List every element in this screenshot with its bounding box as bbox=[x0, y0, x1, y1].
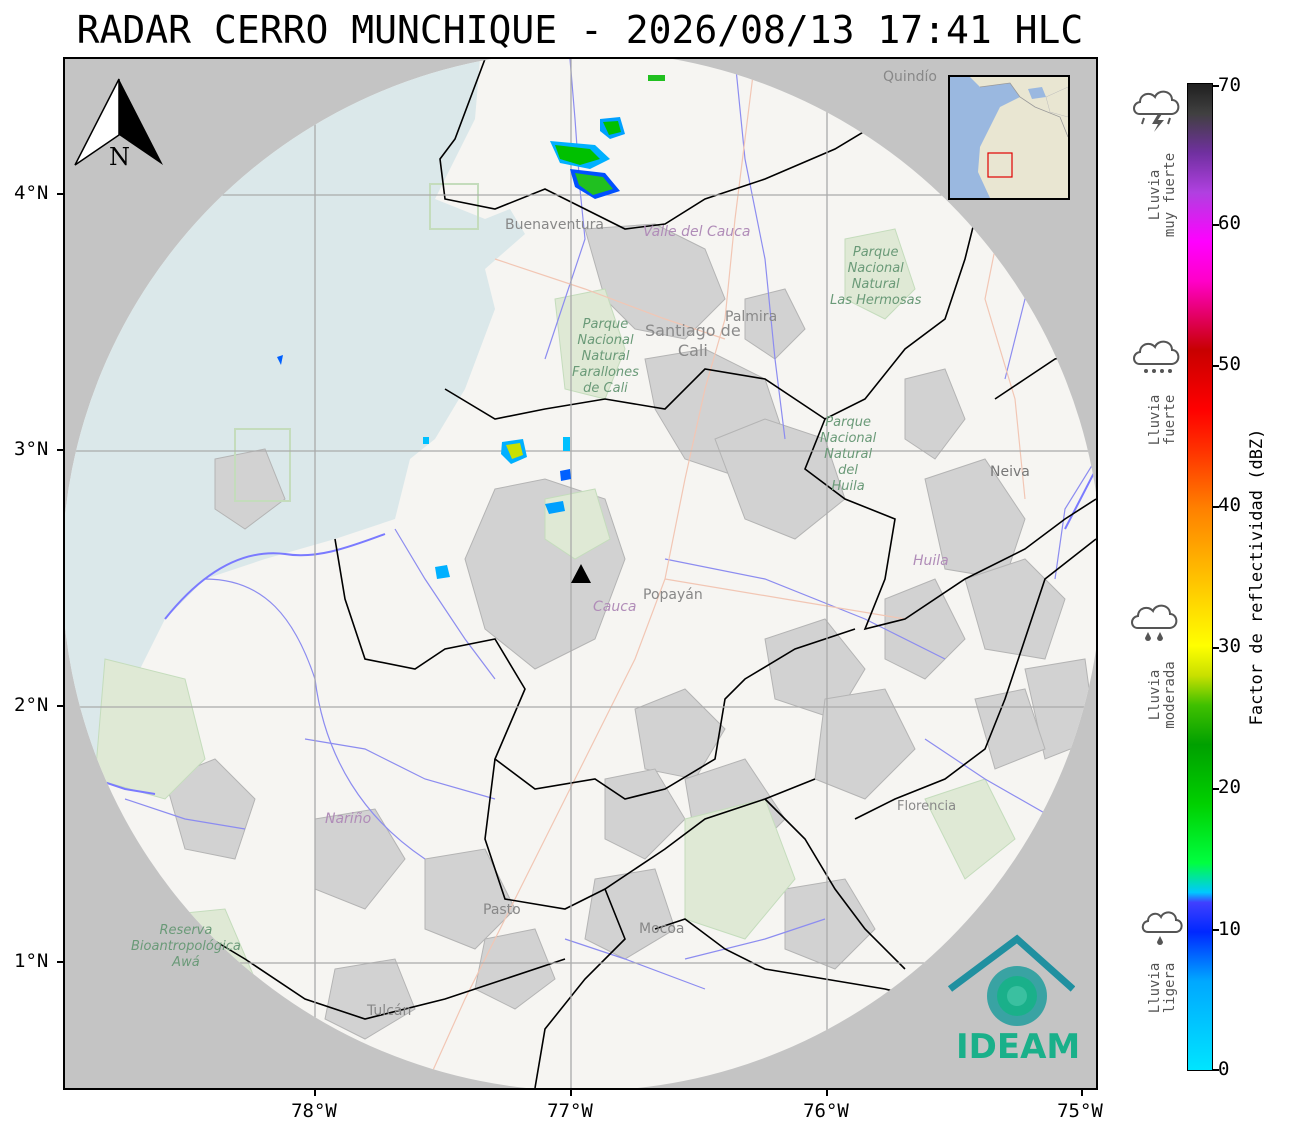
inset-locator-map[interactable] bbox=[948, 75, 1070, 200]
colorbar-tick-label: 0 bbox=[1218, 1058, 1230, 1080]
rain-label-ligera: Lluvia ligera bbox=[1147, 962, 1178, 1014]
colorbar-label: Factor de reflectividad (dBZ) bbox=[1247, 428, 1267, 726]
colorbar-tick-label: 10 bbox=[1218, 918, 1241, 940]
ideam-logo-icon bbox=[947, 934, 1075, 1026]
y-tick-mark bbox=[57, 705, 63, 707]
colorbar-tick-mark bbox=[1213, 788, 1219, 790]
x-tick-label: 77°W bbox=[547, 1100, 593, 1122]
x-tick-label: 78°W bbox=[291, 1100, 337, 1122]
colorbar-tick-mark bbox=[1213, 224, 1219, 226]
y-tick-label: 3°N bbox=[14, 438, 49, 460]
map-label-popayan: Popayán bbox=[643, 587, 703, 603]
colorbar-tick-mark bbox=[1213, 85, 1219, 87]
colorbar-tick-mark bbox=[1213, 506, 1219, 508]
colorbar-tick-label: 60 bbox=[1218, 212, 1241, 234]
colorbar-tick-label: 70 bbox=[1218, 74, 1241, 96]
page-title: RADAR CERRO MUNCHIQUE - 2026/08/13 17:41… bbox=[76, 8, 1084, 52]
x-tick-label: 75°W bbox=[1057, 1100, 1103, 1122]
colorbar-tick-label: 20 bbox=[1218, 776, 1241, 798]
colorbar-tick-mark bbox=[1213, 1069, 1219, 1071]
y-tick-label: 1°N bbox=[14, 950, 49, 972]
x-tick-mark bbox=[314, 1090, 316, 1096]
colorbar-tick-label: 30 bbox=[1218, 635, 1241, 657]
y-tick-label: 4°N bbox=[14, 182, 49, 204]
colorbar-tick-mark bbox=[1213, 365, 1219, 367]
x-tick-label: 76°W bbox=[803, 1100, 849, 1122]
map-label-awa: Reserva Bioantropológica Awá bbox=[131, 923, 241, 970]
map-label-narino: Nariño bbox=[325, 811, 372, 827]
map-label-hermosas: Parque Nacional Natural Las Hermosas bbox=[830, 245, 922, 308]
y-tick-label: 2°N bbox=[14, 694, 49, 716]
map-label-valle: Valle del Cauca bbox=[643, 224, 751, 240]
y-tick-mark bbox=[57, 193, 63, 195]
rain-label-muy-fuerte: Lluvia muy fuerte bbox=[1147, 152, 1178, 238]
y-tick-mark bbox=[57, 961, 63, 963]
north-arrow-label: N bbox=[109, 143, 130, 171]
cloud-drizzle-icon bbox=[1141, 911, 1183, 945]
map-label-pasto: Pasto bbox=[483, 902, 521, 918]
ideam-logo-text: IDEAM bbox=[956, 1027, 1081, 1067]
colorbar-tick-label: 50 bbox=[1218, 353, 1241, 375]
x-tick-mark bbox=[570, 1090, 572, 1096]
cloud-heavy-rain-icon bbox=[1133, 340, 1180, 373]
colorbar-tick-mark bbox=[1213, 647, 1219, 649]
rain-label-fuerte: Lluvia fuerte bbox=[1147, 394, 1178, 446]
map-label-florencia: Florencia bbox=[897, 799, 957, 814]
y-tick-mark bbox=[57, 449, 63, 451]
rain-label-moderada: Lluvia moderada bbox=[1147, 661, 1178, 729]
map-label-huila: Huila bbox=[913, 553, 949, 569]
map-label-cauca: Cauca bbox=[593, 599, 637, 615]
x-tick-mark bbox=[1081, 1090, 1083, 1096]
radar-map[interactable]: Quindío Buenaventura Valle del Cauca Pal… bbox=[63, 57, 1098, 1090]
map-label-quindio: Quindío bbox=[883, 69, 937, 85]
map-label-tulcan: Tulcán bbox=[367, 1003, 412, 1019]
map-label-nevado: Parque Nacional Natural del Huila bbox=[820, 415, 877, 494]
inset-canvas bbox=[950, 77, 1068, 198]
map-label-mocoa: Mocoa bbox=[639, 921, 685, 937]
x-tick-mark bbox=[826, 1090, 828, 1096]
reflectivity-colorbar bbox=[1187, 83, 1213, 1071]
map-label-cali: Santiago de Cali bbox=[645, 321, 741, 360]
cloud-thunder-icon bbox=[1133, 90, 1180, 132]
cloud-rain-icon bbox=[1131, 604, 1178, 641]
colorbar-tick-label: 40 bbox=[1218, 494, 1241, 516]
colorbar-tick-mark bbox=[1213, 929, 1219, 931]
map-label-buenaventura: Buenaventura bbox=[505, 217, 605, 233]
map-label-neiva: Neiva bbox=[990, 464, 1030, 480]
map-label-farallones: Parque Nacional Natural Farallones de Ca… bbox=[572, 317, 639, 396]
